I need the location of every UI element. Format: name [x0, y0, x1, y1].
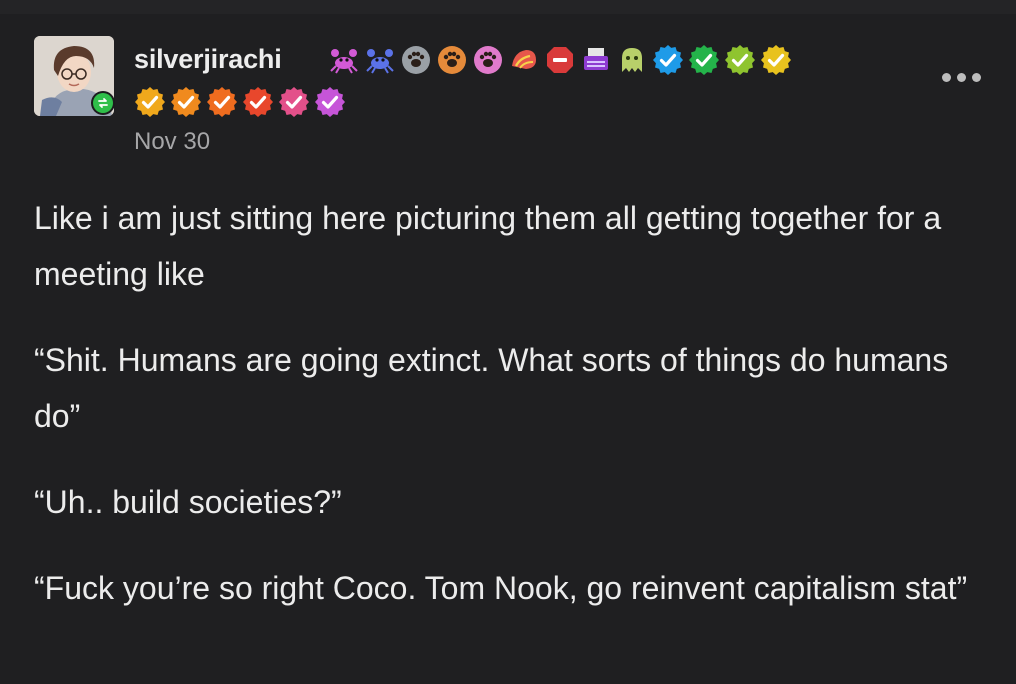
reblog-badge: [91, 91, 115, 115]
badges-row-1: [328, 44, 792, 76]
crab-icon[interactable]: [328, 44, 360, 76]
post-body: Like i am just sitting here picturing th…: [34, 190, 984, 646]
verified-check-icon[interactable]: [760, 44, 792, 76]
username[interactable]: silverjirachi: [134, 44, 282, 75]
verified-check-icon[interactable]: [314, 86, 346, 118]
reblog-icon: [98, 98, 108, 108]
post-paragraph: “Shit. Humans are going extinct. What so…: [34, 342, 949, 434]
top-divider: [0, 0, 1016, 14]
paw-icon[interactable]: [472, 44, 504, 76]
paw-icon[interactable]: [400, 44, 432, 76]
paw-icon[interactable]: [436, 44, 468, 76]
post-paragraph: “Fuck you’re so right Coco. Tom Nook, go…: [34, 570, 968, 606]
ghost-icon[interactable]: [616, 44, 648, 76]
more-dot-icon: [942, 72, 951, 82]
verified-check-icon[interactable]: [688, 44, 720, 76]
verified-check-icon[interactable]: [652, 44, 684, 76]
shell-icon[interactable]: [508, 44, 540, 76]
typewriter-icon[interactable]: [580, 44, 612, 76]
more-options-button[interactable]: [942, 70, 992, 84]
verified-check-icon[interactable]: [170, 86, 202, 118]
verified-check-icon[interactable]: [724, 44, 756, 76]
badges-row-2: [134, 86, 346, 118]
verified-check-icon[interactable]: [242, 86, 274, 118]
post-paragraph: Like i am just sitting here picturing th…: [34, 200, 942, 292]
verified-check-icon[interactable]: [278, 86, 310, 118]
more-dot-icon: [957, 72, 966, 82]
more-dot-icon: [972, 72, 981, 82]
crab-icon[interactable]: [364, 44, 396, 76]
post-paragraph: “Uh.. build societies?”: [34, 484, 342, 520]
verified-check-icon[interactable]: [134, 86, 166, 118]
stop-badge-icon[interactable]: [544, 44, 576, 76]
post-date[interactable]: Nov 30: [134, 128, 210, 156]
verified-check-icon[interactable]: [206, 86, 238, 118]
